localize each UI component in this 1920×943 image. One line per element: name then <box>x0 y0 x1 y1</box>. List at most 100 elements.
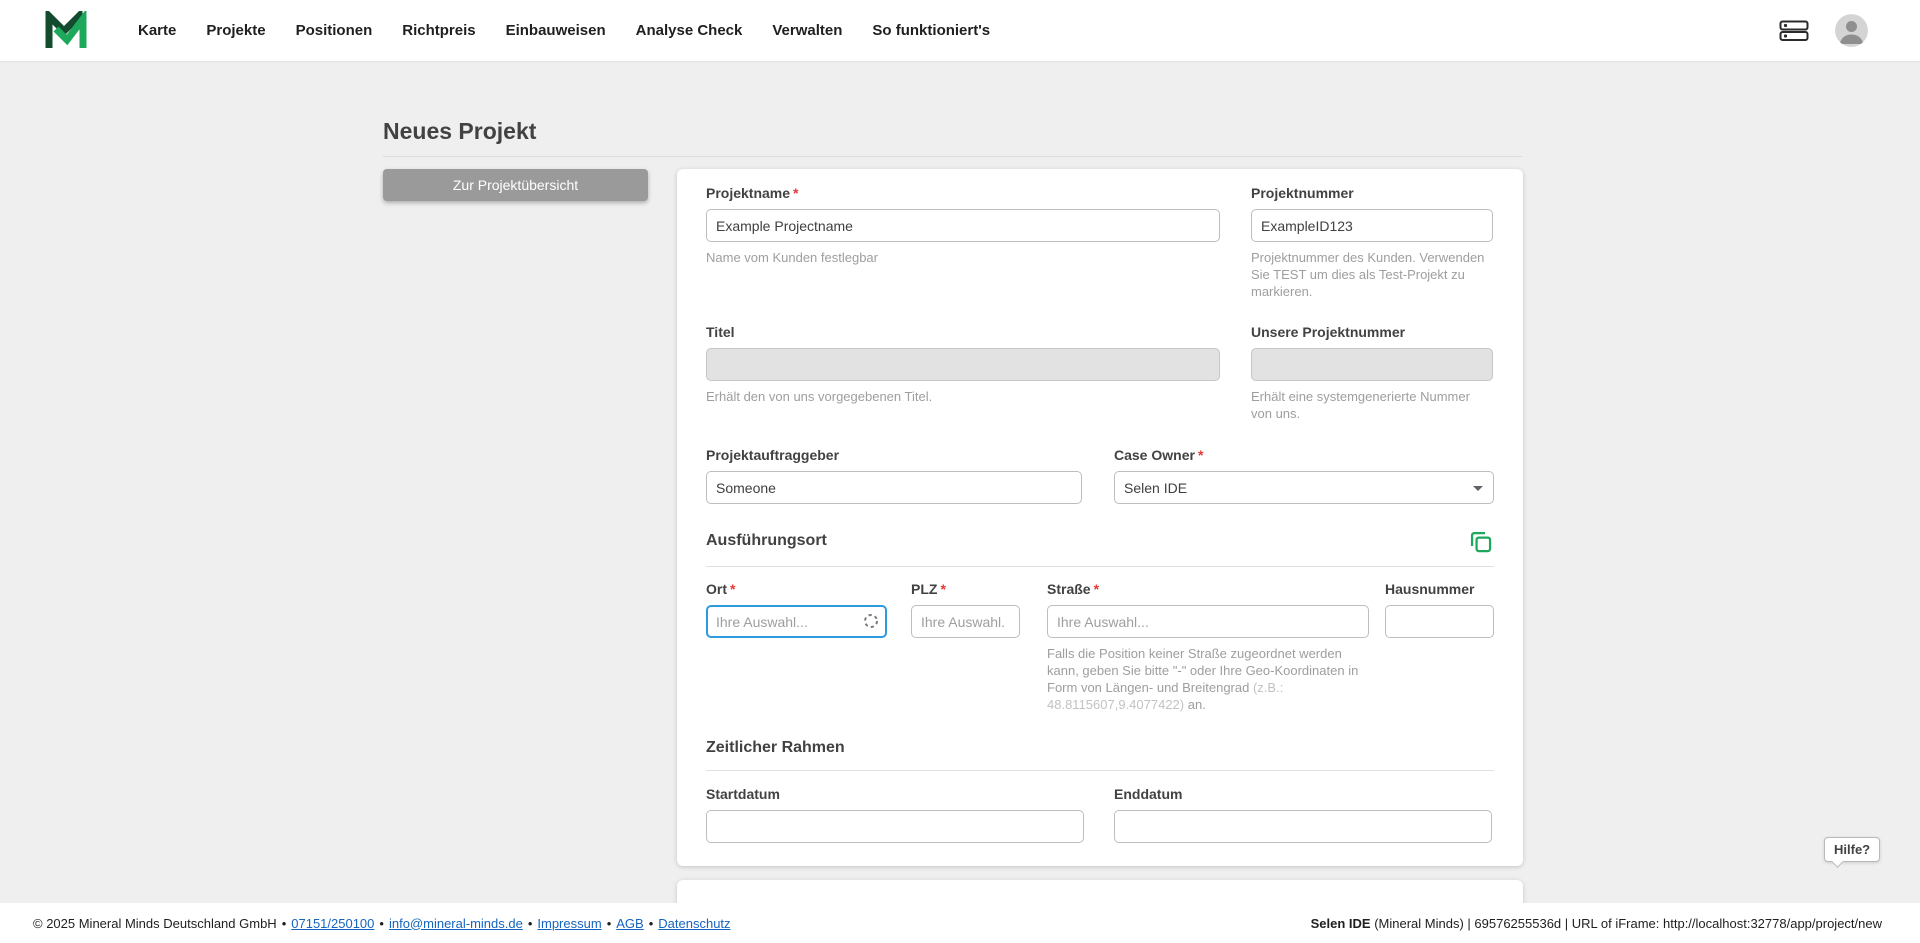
case-owner-label: Case Owner * <box>1114 446 1494 464</box>
projektnummer-helper: Projektnummer des Kunden. Verwenden Sie … <box>1251 250 1485 299</box>
separator-dot: • <box>648 915 654 931</box>
section-ausfuehrungsort-title: Ausführungsort <box>706 532 827 549</box>
separator-dot: • <box>379 915 384 931</box>
projektname-input[interactable] <box>706 209 1220 242</box>
plz-input[interactable] <box>911 605 1020 638</box>
label-text: Straße <box>1047 581 1091 597</box>
nav-item-positionen[interactable]: Positionen <box>296 22 373 39</box>
page-title: Neues Projekt <box>383 118 537 144</box>
titel-helper: Erhält den von uns vorgegebenen Titel. <box>706 389 933 404</box>
titel-label: Titel <box>706 323 1220 341</box>
section-zeitlicher-rahmen-header: Zeitlicher Rahmen <box>706 734 1494 762</box>
field-unsere-projektnummer: Unsere Projektnummer Erhält eine systemg… <box>1251 323 1493 422</box>
field-projektname: Projektname* Name vom Kunden festlegbar <box>706 184 1220 266</box>
projektauftraggeber-input[interactable] <box>706 471 1082 504</box>
label-text: Projektauftraggeber <box>706 447 840 463</box>
nav-item-so-funktionierts[interactable]: So funktioniert's <box>872 22 990 39</box>
label-text: Unsere Projektnummer <box>1251 324 1406 340</box>
hausnummer-input[interactable] <box>1385 605 1494 638</box>
label-text: Titel <box>706 324 735 340</box>
footer-email-link[interactable]: info@mineral-minds.de <box>389 916 523 931</box>
section-divider <box>706 770 1494 771</box>
nav-item-einbauweisen[interactable]: Einbauweisen <box>506 22 606 39</box>
hausnummer-label: Hausnummer <box>1385 580 1494 598</box>
plz-label: PLZ * <box>911 580 1020 598</box>
copy-icon[interactable] <box>1467 528 1494 555</box>
help-button[interactable]: Hilfe? <box>1824 837 1881 862</box>
footer: © 2025 Mineral Minds Deutschland GmbH • 07… <box>0 903 1920 943</box>
title-divider <box>383 156 1522 157</box>
separator-dot: • <box>281 915 287 931</box>
top-nav-bar: Karte Projekte Positionen Richtpreis Ein… <box>0 0 1920 61</box>
label-text: Hausnummer <box>1385 581 1475 597</box>
strasse-helper-suffix: an. <box>1184 697 1206 712</box>
field-case-owner: Case Owner * Selen IDE <box>1114 446 1494 504</box>
label-text: Projektnummer <box>1251 185 1354 201</box>
nav-right-actions <box>1779 14 1868 47</box>
strasse-label: Straße * <box>1047 580 1369 598</box>
label-text: PLZ <box>911 581 938 597</box>
separator-dot: • <box>527 915 533 931</box>
nav-item-verwalten[interactable]: Verwalten <box>772 22 842 39</box>
field-enddatum: Enddatum <box>1114 785 1492 843</box>
field-startdatum: Startdatum <box>706 785 1084 843</box>
label-text: Case Owner <box>1114 447 1195 463</box>
required-asterisk: * <box>940 581 946 597</box>
startdatum-input[interactable] <box>706 810 1084 843</box>
unsere-projektnummer-label: Unsere Projektnummer <box>1251 323 1493 341</box>
label-text: Projektname <box>706 185 791 201</box>
nav-item-karte[interactable]: Karte <box>138 22 176 39</box>
footer-right: Selen IDE (Mineral Minds) | 69576255536d… <box>1311 916 1882 931</box>
section-divider <box>706 566 1494 567</box>
section-ausfuehrungsort-header: Ausführungsort <box>706 527 1494 555</box>
server-icon[interactable] <box>1779 20 1809 42</box>
enddatum-input[interactable] <box>1114 810 1492 843</box>
separator-dot: • <box>606 915 612 931</box>
case-owner-select[interactable]: Selen IDE <box>1114 471 1494 504</box>
copyright-text: © 2025 Mineral Minds Deutschland GmbH <box>33 915 277 931</box>
field-projektauftraggeber: Projektauftraggeber <box>706 446 1082 504</box>
label-text: Startdatum <box>706 786 780 802</box>
projektnummer-label: Projektnummer <box>1251 184 1493 202</box>
strasse-helper-main: Falls die Position keiner Straße zugeord… <box>1047 646 1359 695</box>
required-asterisk: * <box>1093 581 1100 597</box>
enddatum-label: Enddatum <box>1114 785 1492 803</box>
projektname-helper: Name vom Kunden festlegbar <box>706 250 878 265</box>
nav-item-richtpreis[interactable]: Richtpreis <box>402 22 475 39</box>
ort-input[interactable] <box>706 605 887 638</box>
field-ort: Ort * <box>706 580 887 638</box>
case-owner-selected-value: Selen IDE <box>1124 479 1188 496</box>
field-hausnummer: Hausnummer <box>1385 580 1494 638</box>
footer-impressum-link[interactable]: Impressum <box>537 916 601 931</box>
projektname-label: Projektname * <box>706 184 1220 202</box>
user-avatar[interactable] <box>1835 14 1868 47</box>
section-zeitlicher-rahmen-title: Zeitlicher Rahmen <box>706 739 845 756</box>
unsere-projektnummer-helper: Erhält eine systemgenerierte Nummer von … <box>1251 389 1470 421</box>
nav-item-analyse-check[interactable]: Analyse Check <box>636 22 743 39</box>
field-strasse: Straße* Falls die Position keiner Straße… <box>1047 580 1369 713</box>
footer-phone-link[interactable]: 07151/250100 <box>291 916 374 931</box>
mineral-minds-logo-icon <box>45 10 87 48</box>
main-nav: Karte Projekte Positionen Richtpreis Ein… <box>138 22 990 39</box>
startdatum-label: Startdatum <box>706 785 1084 803</box>
required-asterisk: * <box>793 185 799 201</box>
required-asterisk: * <box>1197 447 1204 463</box>
chevron-down-icon <box>1473 486 1483 491</box>
strasse-input[interactable] <box>1047 605 1369 638</box>
field-plz: PLZ * <box>911 580 1020 638</box>
back-to-project-overview-button[interactable]: Zur Projektübersicht <box>383 169 648 201</box>
nav-item-projekte[interactable]: Projekte <box>206 22 265 39</box>
required-asterisk: * <box>730 581 736 597</box>
footer-agb-link[interactable]: AGB <box>616 916 643 931</box>
loading-spinner-icon <box>864 614 878 628</box>
app-logo[interactable] <box>44 10 88 51</box>
footer-session-info: (Mineral Minds) | 69576255536d | URL of … <box>1370 915 1882 931</box>
projektnummer-input[interactable] <box>1251 209 1493 242</box>
footer-datenschutz-link[interactable]: Datenschutz <box>658 916 730 931</box>
footer-user-name: Selen IDE <box>1310 915 1371 931</box>
field-titel: Titel Erhält den von uns vorgegebenen Ti… <box>706 323 1220 405</box>
footer-left: © 2025 Mineral Minds Deutschland GmbH • 07… <box>33 916 731 931</box>
label-text: Enddatum <box>1114 786 1183 802</box>
field-projektnummer: Projektnummer Projektnummer des Kunden. … <box>1251 184 1493 300</box>
titel-input <box>706 348 1220 381</box>
